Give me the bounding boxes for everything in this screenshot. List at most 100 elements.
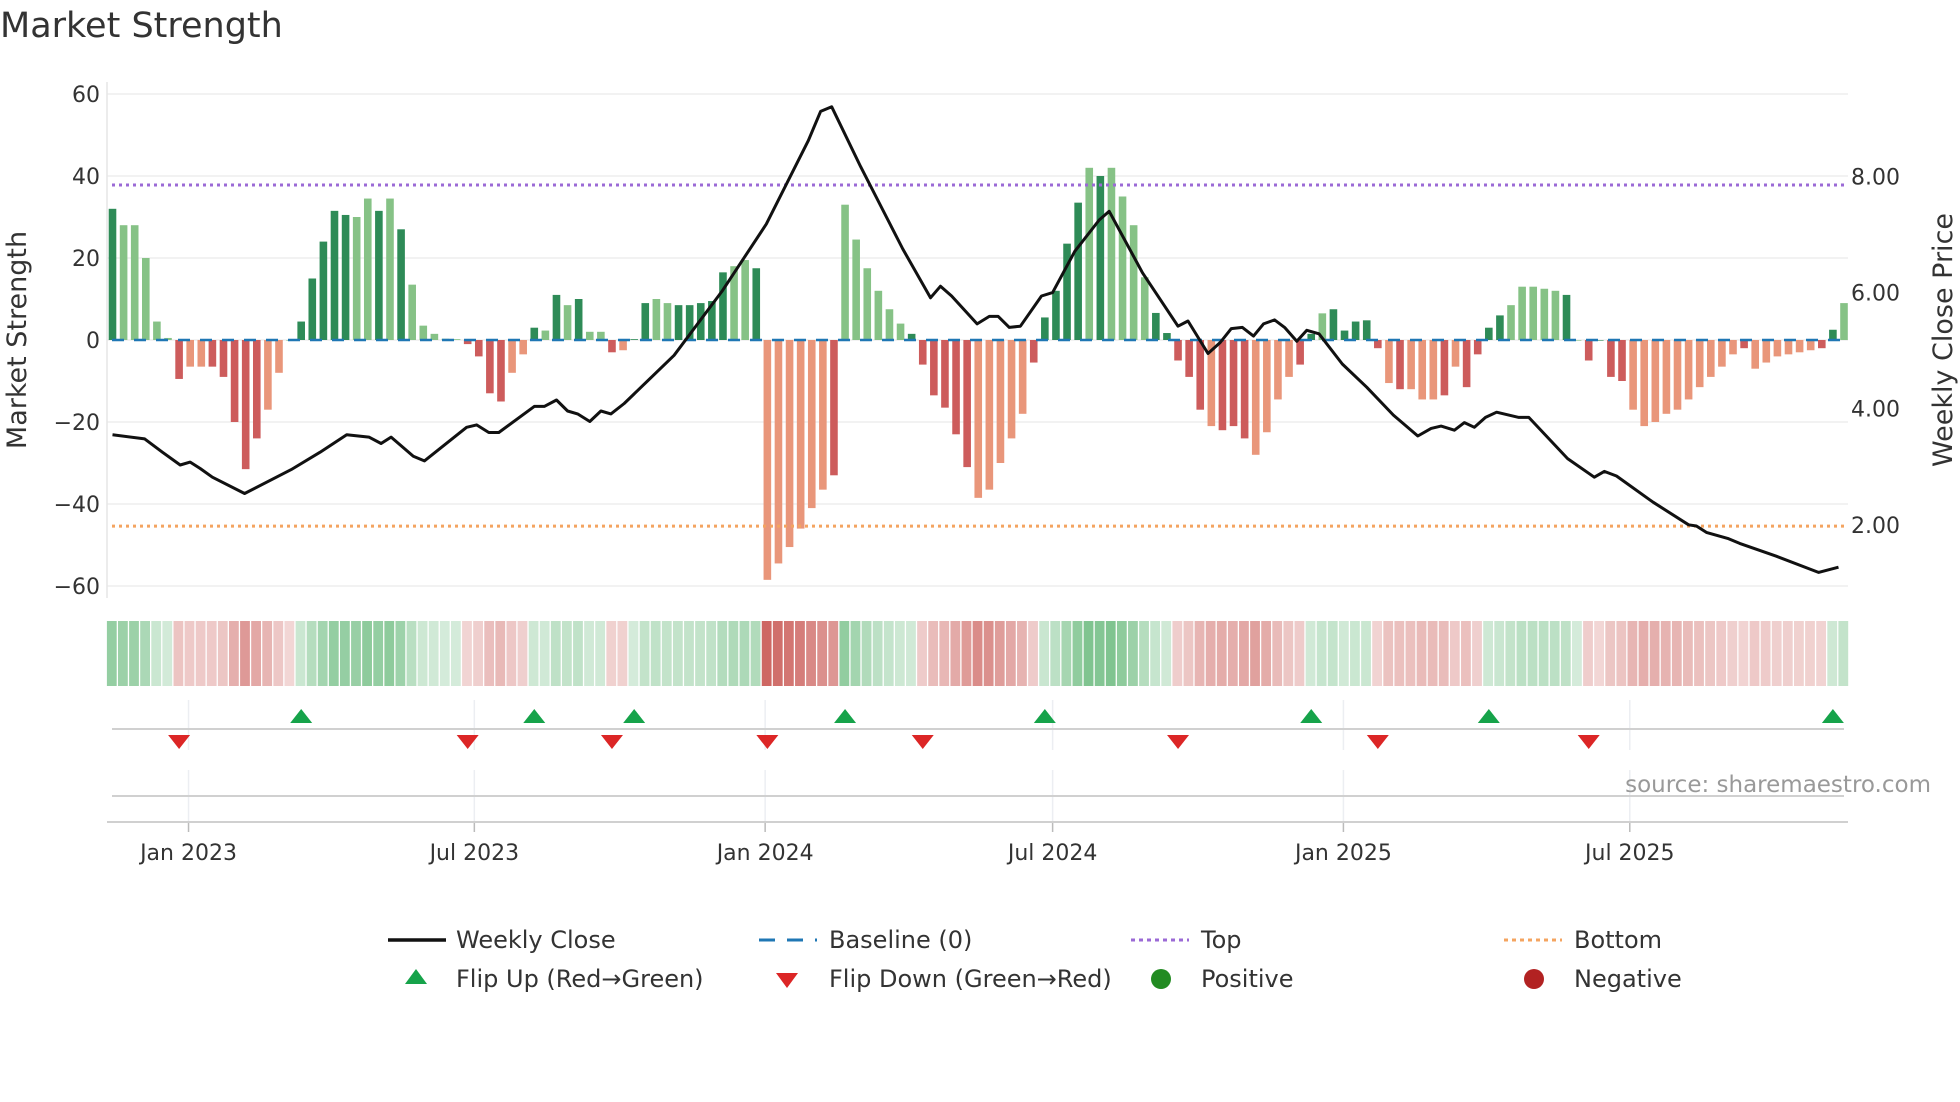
strength-bar (230, 340, 239, 422)
flip-up-icon (1477, 709, 1500, 723)
regime-strip-cell (1227, 621, 1238, 686)
regime-strip-cell (417, 621, 428, 686)
y2-tick-label: 2.00 (1851, 514, 1900, 539)
strength-bar (563, 305, 572, 340)
regime-strip-cell (262, 621, 273, 686)
regime-strip-cell (1449, 621, 1460, 686)
strength-bar (830, 340, 838, 476)
legend-item-flip_down: Flip Down (Green→Red) (776, 965, 1112, 993)
strength-bar (552, 294, 561, 340)
strength-bar (1773, 340, 1782, 357)
regime-strip-cell (1039, 621, 1050, 686)
regime-strip-cell (1383, 621, 1394, 686)
x-tick-label: Jan 2023 (138, 841, 237, 866)
regime-strip-cell (1738, 621, 1749, 686)
flip-down-icon (1577, 735, 1600, 749)
strength-bar (752, 268, 761, 340)
strength-bar (896, 323, 905, 340)
y-tick-label: 20 (72, 247, 100, 272)
strength-bar (796, 340, 805, 529)
y2-tick-label: 6.00 (1851, 282, 1900, 307)
regime-strip-cell (617, 621, 628, 686)
y2-tick-label: 8.00 (1851, 165, 1900, 190)
regime-strip-cell (817, 621, 828, 686)
strength-bar (308, 278, 317, 340)
strength-bar (1496, 315, 1504, 340)
legend-item-positive: Positive (1151, 965, 1294, 993)
regime-strip-cell (1782, 621, 1793, 686)
strength-bar (874, 290, 883, 340)
regime-strip-cell (983, 621, 994, 686)
strength-bar (1274, 340, 1282, 400)
regime-strip-cell (1560, 621, 1571, 686)
legend-label: Negative (1574, 965, 1682, 993)
legend-label: Flip Up (Red→Green) (456, 965, 704, 993)
strength-bar (1362, 320, 1371, 340)
y-tick-label: 0 (86, 329, 100, 354)
strength-bar (397, 229, 405, 340)
regime-strip-cell (317, 621, 328, 686)
strength-bar (652, 299, 661, 340)
regime-strip-cell (129, 621, 139, 686)
regime-strip-cell (1283, 621, 1294, 686)
circle-icon (1151, 969, 1171, 989)
strength-bar (974, 340, 983, 498)
regime-strip-cell (1316, 621, 1327, 686)
flip-down-icon (1167, 735, 1190, 749)
strength-bar (1007, 340, 1016, 439)
legend-label: Positive (1201, 965, 1294, 993)
strength-bar (1340, 330, 1349, 340)
regime-strip-cell (228, 621, 239, 686)
strength-bar (1662, 340, 1671, 414)
regime-strip-cell (1716, 621, 1727, 686)
regime-strip-cell (573, 621, 583, 686)
strength-bar (1074, 202, 1082, 340)
strength-bar (1118, 196, 1127, 340)
triangle-down-icon (776, 973, 798, 988)
y-axis-title: Market Strength (2, 231, 33, 449)
regime-strip-cell (1483, 621, 1494, 686)
strength-bar (619, 340, 627, 351)
strength-bar (1518, 286, 1526, 340)
regime-strip-cell (506, 621, 517, 686)
strength-bar (186, 340, 194, 367)
strength-bar (1618, 340, 1626, 381)
flip-up-icon (834, 709, 857, 723)
flip-down-icon (756, 735, 779, 749)
regime-strip-cell (894, 621, 905, 686)
flip-up-icon (290, 709, 313, 723)
strength-bar (1285, 340, 1293, 377)
strength-bar (885, 309, 894, 340)
regime-strip-cell (1239, 621, 1249, 686)
regime-strip-cell (1771, 621, 1782, 686)
strength-bar (1440, 340, 1449, 396)
strength-bar (719, 272, 727, 340)
regime-strip-cell (406, 621, 417, 686)
regime-strip-cell (1472, 621, 1482, 686)
strength-bar (1684, 340, 1693, 400)
strength-bar (641, 303, 650, 340)
legend-label: Baseline (0) (829, 926, 972, 954)
legend-label: Top (1200, 926, 1242, 954)
strength-bar (1473, 340, 1482, 355)
regime-strip-cell (1827, 621, 1838, 686)
market-strength-chart: 60 40 20 0 −20 −40 −60 8.00 6.00 4.00 2.00 Market S… (2, 82, 1959, 993)
regime-strip-cell (1361, 621, 1371, 686)
strength-bar (1407, 340, 1415, 390)
strength-bar (1784, 340, 1793, 355)
regime-strip-cell (883, 621, 894, 686)
strength-bar (1707, 340, 1715, 377)
regime-strip-cell (1405, 621, 1416, 686)
regime-strip-cell (1394, 621, 1405, 686)
strength-bar (530, 327, 539, 340)
y-tick-label: 60 (72, 83, 100, 108)
regime-strip-cell (717, 621, 728, 686)
regime-strip-cell (1605, 621, 1616, 686)
strength-bar (1806, 340, 1815, 351)
strength-bar (497, 340, 505, 402)
legend-item-baseline: Baseline (0) (759, 926, 972, 954)
y-tick-label: −60 (54, 575, 100, 600)
regime-strip-cell (584, 621, 594, 686)
strength-bar (330, 210, 339, 340)
regime-strip-cell (484, 621, 495, 686)
